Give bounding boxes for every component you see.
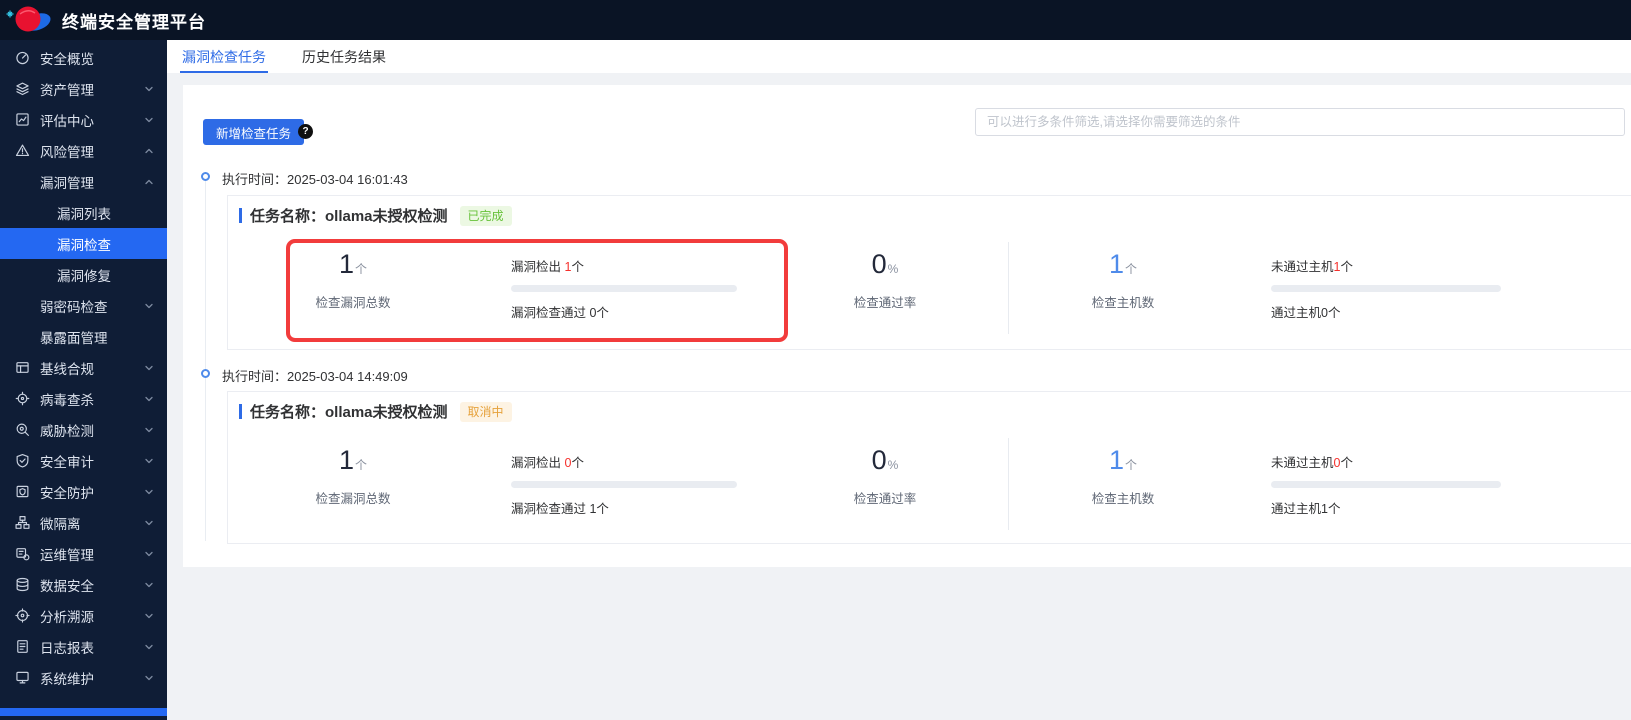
timeline-line — [205, 181, 206, 541]
sidebar-item-data-security[interactable]: 数据安全 — [0, 569, 167, 600]
task-exec-time: 执行时间：2025-03-04 16:01:43 — [222, 172, 408, 187]
stat-host-count: 1个 检查主机数 — [1091, 249, 1155, 310]
sidebar-item-asset-management[interactable]: 资产管理 — [0, 73, 167, 104]
chevron-down-icon — [144, 394, 154, 404]
task-exec-time: 执行时间：2025-03-04 14:49:09 — [222, 369, 408, 384]
task-panel: 新增检查任务 ? 执行时间：2025-03-04 16:01:43 任务名称：o… — [183, 85, 1631, 567]
timeline-dot — [201, 172, 210, 181]
network-icon — [15, 515, 30, 530]
chevron-down-icon — [144, 549, 154, 559]
tab-bar: 漏洞检查任务 历史任务结果 — [167, 40, 1631, 73]
shield-check-icon — [15, 453, 30, 468]
sidebar-item-baseline-compliance[interactable]: 基线合规 — [0, 352, 167, 383]
app-title: 终端安全管理平台 — [62, 12, 206, 32]
warning-icon — [15, 143, 30, 158]
document-icon — [15, 639, 30, 654]
chevron-down-icon — [144, 425, 154, 435]
chevron-down-icon — [144, 642, 154, 652]
help-icon[interactable]: ? — [298, 124, 313, 139]
task-name: 任务名称：ollama未授权检测 — [250, 208, 448, 225]
task-stats-row: 1个 检查漏洞总数 漏洞检出 0个 漏洞检查通过 1个 0% 检查通过率 1个 … — [228, 438, 1631, 530]
title-accent-bar — [239, 208, 242, 223]
progress-bar — [511, 285, 737, 292]
server-gear-icon — [15, 546, 30, 561]
chevron-down-icon — [144, 301, 154, 311]
stat-host-pass: 未通过主机0个 通过主机1个 — [1271, 452, 1501, 517]
app-header: 终端安全管理平台 — [0, 0, 1631, 40]
title-accent-bar — [239, 404, 242, 419]
task-name: 任务名称：ollama未授权检测 — [250, 404, 448, 421]
stat-total-vulns: 1个 检查漏洞总数 — [315, 445, 391, 506]
stat-total-vulns: 1个 检查漏洞总数 — [315, 249, 391, 310]
task-card[interactable]: 任务名称：ollama未授权检测 取消中 1个 检查漏洞总数 漏洞检出 0个 漏… — [227, 391, 1631, 544]
sidebar-item-ops-management[interactable]: 运维管理 — [0, 538, 167, 569]
main-content: 新增检查任务 ? 执行时间：2025-03-04 16:01:43 任务名称：o… — [167, 73, 1631, 720]
sidebar-item-exposure-management[interactable]: 暴露面管理 — [0, 321, 167, 352]
tab-history-results[interactable]: 历史任务结果 — [300, 40, 388, 73]
sidebar-item-security-audit[interactable]: 安全审计 — [0, 445, 167, 476]
chevron-down-icon — [144, 363, 154, 373]
sidebar-item-security-protection[interactable]: 安全防护 — [0, 476, 167, 507]
sidebar-item-assessment-center[interactable]: 评估中心 — [0, 104, 167, 135]
status-badge: 取消中 — [459, 401, 512, 422]
sidebar-item-security-overview[interactable]: 安全概览 — [0, 42, 167, 73]
sidebar-item-system-maintenance[interactable]: 系统维护 — [0, 662, 167, 693]
database-icon — [15, 577, 30, 592]
chart-icon — [15, 112, 30, 127]
sidebar-item-vuln-fix[interactable]: 漏洞修复 — [0, 259, 167, 290]
progress-bar — [1271, 481, 1501, 488]
stat-vuln-detected: 漏洞检出 0个 漏洞检查通过 1个 — [511, 452, 737, 517]
stat-host-count: 1个 检查主机数 — [1091, 445, 1155, 506]
chevron-up-icon — [144, 146, 154, 156]
sidebar-item-vuln-list[interactable]: 漏洞列表 — [0, 197, 167, 228]
filter-input[interactable] — [975, 108, 1625, 136]
search-icon — [15, 422, 30, 437]
sidebar-item-risk-management[interactable]: 风险管理 — [0, 135, 167, 166]
chevron-down-icon — [144, 115, 154, 125]
sidebar-item-log-report[interactable]: 日志报表 — [0, 631, 167, 662]
monitor-icon — [15, 670, 30, 685]
stat-pass-rate: 0% 检查通过率 — [853, 249, 917, 310]
sidebar-item-micro-segmentation[interactable]: 微隔离 — [0, 507, 167, 538]
chevron-down-icon — [144, 84, 154, 94]
progress-bar — [511, 481, 737, 488]
progress-bar — [1271, 285, 1501, 292]
chevron-down-icon — [144, 518, 154, 528]
status-badge: 已完成 — [459, 205, 512, 226]
sidebar-item-weak-password-check[interactable]: 弱密码检查 — [0, 290, 167, 321]
add-check-task-button[interactable]: 新增检查任务 — [203, 119, 305, 145]
stat-host-pass: 未通过主机1个 通过主机0个 — [1271, 256, 1501, 321]
dashboard-icon — [15, 50, 30, 65]
sidebar-item-analysis-trace[interactable]: 分析溯源 — [0, 600, 167, 631]
sidebar-scrollbar[interactable] — [0, 708, 167, 716]
sidebar-item-vuln-check[interactable]: 漏洞检查 — [0, 228, 167, 259]
stats-divider — [1008, 242, 1009, 334]
target-icon — [15, 608, 30, 623]
stat-pass-rate: 0% 检查通过率 — [853, 445, 917, 506]
layers-icon — [15, 81, 30, 96]
sidebar-nav: 安全概览 资产管理 评估中心 风险管理 漏洞管理 漏洞列表 漏洞检查 漏洞修复 … — [0, 40, 167, 720]
chevron-down-icon — [144, 487, 154, 497]
chevron-down-icon — [144, 580, 154, 590]
tab-vuln-check-tasks[interactable]: 漏洞检查任务 — [180, 40, 268, 73]
sidebar-item-vuln-management[interactable]: 漏洞管理 — [0, 166, 167, 197]
task-card[interactable]: 任务名称：ollama未授权检测 已完成 1个 检查漏洞总数 漏洞检出 1个 漏… — [227, 195, 1631, 350]
chevron-down-icon — [144, 673, 154, 683]
shield-box-icon — [15, 484, 30, 499]
stats-divider — [1008, 438, 1009, 530]
virus-icon — [15, 391, 30, 406]
sidebar-item-virus-scan[interactable]: 病毒查杀 — [0, 383, 167, 414]
brand-logo-icon — [6, 6, 51, 32]
chevron-up-icon — [144, 177, 154, 187]
chevron-down-icon — [144, 611, 154, 621]
chevron-down-icon — [144, 456, 154, 466]
task-stats-row: 1个 检查漏洞总数 漏洞检出 1个 漏洞检查通过 0个 0% 检查通过率 1个 … — [228, 242, 1631, 334]
list-grid-icon — [15, 360, 30, 375]
timeline-dot — [201, 369, 210, 378]
sidebar-item-threat-detection[interactable]: 威胁检测 — [0, 414, 167, 445]
stat-vuln-detected: 漏洞检出 1个 漏洞检查通过 0个 — [511, 256, 737, 321]
